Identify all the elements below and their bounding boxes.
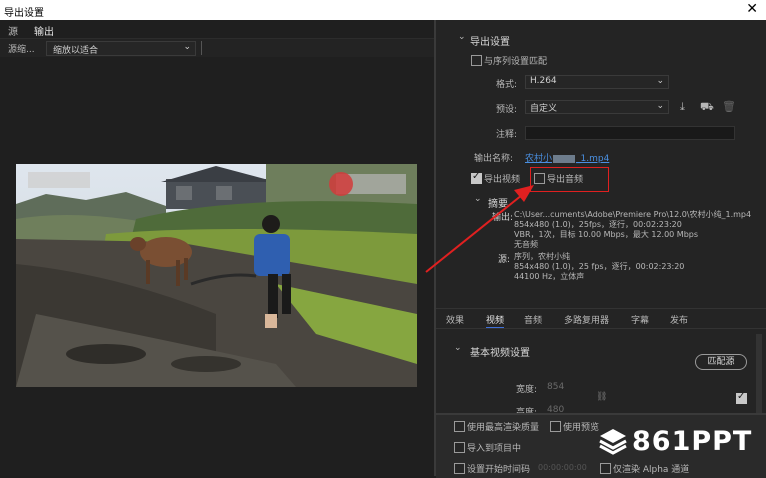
tab-audio[interactable]: 音频 (524, 313, 542, 326)
format-dropdown[interactable]: H.264 ⌄ (525, 75, 669, 89)
source-scaling-label: 源缩... (8, 45, 35, 55)
tab-multiplexer[interactable]: 多路复用器 (564, 313, 609, 326)
format-value: H.264 (530, 76, 557, 86)
match-sequence-label: 与序列设置匹配 (484, 57, 548, 67)
output-name-prefix: 农村小 (525, 154, 553, 164)
summary-source-line: 854x480 (1.0)，25 fps，逐行，00:02:23:20 (514, 262, 685, 271)
render-alpha-only-checkbox[interactable] (600, 463, 611, 474)
chevron-down-icon[interactable]: ⌄ (458, 32, 466, 42)
export-video-label: 导出视频 (484, 175, 521, 185)
summary-source-details: 序列，农村小纯 854x480 (1.0)，25 fps，逐行，00:02:23… (514, 252, 684, 282)
start-timecode-value[interactable]: 00:00:00:00 (538, 463, 587, 472)
chevron-down-icon: ⌄ (656, 76, 664, 86)
preset-value: 自定义 (530, 104, 558, 114)
summary-output-details: C:\User...cuments\Adobe\Premiere Pro\12.… (514, 210, 751, 250)
scrollbar[interactable] (756, 334, 762, 414)
chevron-down-icon[interactable]: ⌄ (474, 194, 482, 204)
set-start-timecode-label: 设置开始时间码 (467, 465, 531, 475)
summary-header: 摘要 (488, 199, 508, 210)
source-scaling-dropdown[interactable]: 缩放以适合 ⌄ (46, 41, 196, 56)
match-width-checkbox[interactable] (736, 391, 747, 404)
output-name-link[interactable]: 农村小 _1.mp4 (525, 151, 609, 164)
video-frame-image (16, 164, 417, 387)
output-name-suffix: _1.mp4 (576, 154, 610, 164)
import-into-project-label: 导入到项目中 (467, 444, 522, 454)
format-label: 格式: (496, 80, 518, 90)
preview-tabs: 源 输出 (0, 20, 434, 41)
highlight-box (530, 167, 609, 192)
summary-output-line: C:\User...cuments\Adobe\Premiere Pro\12.… (514, 210, 752, 219)
export-settings-panel: ⌄ 导出设置 与序列设置匹配 格式: H.264 ⌄ 预设: 自定义 ⌄ ⤓ ⛟… (436, 20, 766, 476)
preview-panel: 源 输出 源缩... 缩放以适合 ⌄ (0, 20, 434, 476)
output-name-label: 输出名称: (474, 154, 514, 164)
import-preset-icon[interactable]: ⛟ (700, 100, 714, 115)
use-previews-checkbox[interactable] (550, 421, 561, 432)
basic-video-settings-header: 基本视频设置 (470, 348, 530, 359)
export-settings-header: 导出设置 (470, 37, 510, 48)
max-render-quality-label: 使用最高渲染质量 (467, 423, 540, 433)
save-preset-icon[interactable]: ⤓ (680, 100, 685, 114)
set-start-timecode-checkbox[interactable] (454, 463, 465, 474)
tab-effects[interactable]: 效果 (446, 313, 464, 326)
export-video-checkbox[interactable] (471, 171, 482, 184)
comment-input[interactable] (525, 126, 735, 140)
summary-source-label: 源: (498, 255, 511, 265)
watermark-logo-icon (599, 429, 627, 455)
title-bar: 导出设置 ✕ (0, 0, 766, 21)
summary-source-line: 44100 Hz，立体声 (514, 272, 585, 281)
settings-tabs: 效果 视频 音频 多路复用器 字幕 发布 (436, 308, 766, 329)
max-render-quality-checkbox[interactable] (454, 421, 465, 432)
preset-label: 预设: (496, 105, 518, 115)
watermark-text: 861PPT (632, 426, 753, 457)
import-into-project-checkbox[interactable] (454, 442, 465, 453)
summary-output-line: 无音频 (514, 240, 538, 249)
blurred-text (553, 154, 576, 163)
render-alpha-only-label: 仅渲染 Alpha 通道 (613, 465, 690, 475)
close-icon[interactable]: ✕ (746, 1, 758, 17)
link-icon[interactable]: ⛓ (596, 392, 607, 402)
comment-label: 注释: (496, 130, 518, 140)
summary-source-line: 序列，农村小纯 (514, 252, 570, 261)
source-scaling-value: 缩放以适合 (53, 46, 99, 56)
divider (436, 328, 766, 329)
width-label: 宽度: (516, 385, 538, 395)
use-previews-label: 使用预览 (563, 423, 600, 433)
tab-source[interactable]: 源 (8, 23, 18, 38)
tab-video[interactable]: 视频 (486, 313, 505, 329)
source-scaling-row: 源缩... 缩放以适合 ⌄ (0, 38, 434, 57)
video-preview (16, 164, 417, 387)
preset-dropdown[interactable]: 自定义 ⌄ (525, 100, 669, 114)
chevron-down-icon: ⌄ (183, 42, 191, 52)
tab-publish[interactable]: 发布 (670, 313, 688, 326)
delete-preset-icon[interactable]: 🗑 (722, 100, 736, 113)
match-source-button[interactable]: 匹配源 (695, 354, 747, 370)
window-title: 导出设置 (4, 8, 44, 19)
match-sequence-checkbox[interactable] (471, 55, 482, 66)
summary-output-label: 输出: (492, 213, 514, 223)
divider (201, 41, 202, 55)
chevron-down-icon: ⌄ (656, 101, 664, 111)
chevron-down-icon[interactable]: ⌄ (454, 343, 462, 353)
tab-captions[interactable]: 字幕 (631, 313, 649, 326)
summary-output-line: VBR，1次，目标 10.00 Mbps，最大 12.00 Mbps (514, 230, 699, 239)
summary-output-line: 854x480 (1.0)，25fps，逐行，00:02:23:20 (514, 220, 682, 229)
width-value[interactable]: 854 (547, 382, 564, 392)
